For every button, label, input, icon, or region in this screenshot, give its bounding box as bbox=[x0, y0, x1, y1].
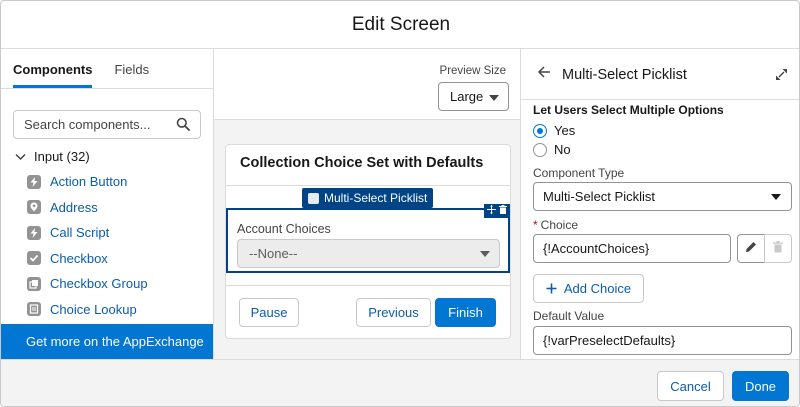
field-label: Account Choices bbox=[237, 222, 331, 236]
divider bbox=[226, 285, 510, 286]
required-marker: * bbox=[533, 218, 538, 232]
component-tools bbox=[484, 204, 510, 218]
component-list: Action Button Address Call Script Checkb… bbox=[27, 169, 148, 322]
choice-label-text: Choice bbox=[540, 218, 579, 232]
done-button[interactable]: Done bbox=[732, 371, 789, 401]
preview-size-select[interactable]: Large bbox=[438, 82, 509, 111]
screen-title: Collection Choice Set with Defaults bbox=[240, 155, 484, 171]
radio-yes[interactable]: Yes bbox=[533, 123, 575, 138]
canvas-toolbar: Preview Size Large bbox=[214, 49, 520, 120]
component-label: Action Button bbox=[50, 174, 128, 190]
search-icon[interactable] bbox=[176, 117, 190, 134]
add-choice-label: Add Choice bbox=[563, 281, 632, 296]
move-icon[interactable] bbox=[487, 205, 496, 217]
input-group-header[interactable]: Input (32) bbox=[15, 149, 90, 164]
checkbox-group-icon bbox=[27, 276, 41, 291]
component-label: Choice Lookup bbox=[50, 301, 137, 317]
properties-panel: Multi-Select Picklist Let Users Select M… bbox=[520, 49, 799, 359]
list-item[interactable]: Call Script bbox=[27, 220, 148, 246]
appexchange-link[interactable]: Get more on the AppExchange bbox=[1, 324, 213, 359]
tab-fields[interactable]: Fields bbox=[114, 48, 149, 88]
finish-button[interactable]: Finish bbox=[435, 298, 496, 327]
back-arrow-icon[interactable] bbox=[537, 65, 551, 82]
selected-component[interactable]: Account Choices --None-- bbox=[226, 204, 510, 273]
default-value: {!varPreselectDefaults} bbox=[543, 333, 676, 348]
caret-down-icon bbox=[480, 251, 490, 257]
bolt-icon bbox=[27, 225, 41, 240]
select-value: Multi-Select Picklist bbox=[543, 189, 655, 204]
list-item[interactable]: Checkbox bbox=[27, 246, 148, 272]
radio-label: No bbox=[554, 142, 571, 157]
select-value: --None-- bbox=[249, 246, 298, 261]
component-type-label: Component Type bbox=[533, 166, 625, 180]
component-label: Call Script bbox=[50, 225, 110, 241]
divider bbox=[226, 185, 510, 186]
group-label: Input (32) bbox=[34, 149, 90, 164]
chevron-down-icon bbox=[15, 149, 26, 164]
component-label: Address bbox=[50, 199, 98, 215]
list-item[interactable]: Choice Lookup bbox=[27, 297, 148, 323]
multiple-options-label: Let Users Select Multiple Options bbox=[533, 103, 724, 117]
default-value-label: Default Value bbox=[533, 309, 605, 323]
radio-label: Yes bbox=[554, 123, 576, 138]
lookup-icon bbox=[27, 302, 41, 317]
component-badge: Multi-Select Picklist bbox=[302, 188, 434, 208]
caret-down-icon bbox=[771, 194, 781, 200]
choice-input[interactable]: {!AccountChoices} bbox=[533, 234, 731, 263]
plus-icon bbox=[546, 283, 557, 294]
radio-unselected-icon bbox=[533, 142, 547, 157]
choice-label: * Choice bbox=[533, 218, 578, 232]
edit-screen-modal: Edit Screen Components Fields Input (32) bbox=[0, 0, 800, 407]
search-box bbox=[13, 110, 201, 139]
search-input[interactable] bbox=[24, 117, 174, 132]
list-item[interactable]: Action Button bbox=[27, 169, 148, 195]
list-item[interactable]: Address bbox=[27, 195, 148, 221]
delete-icon[interactable] bbox=[499, 205, 507, 217]
pencil-icon bbox=[745, 241, 757, 256]
badge-label: Multi-Select Picklist bbox=[324, 191, 428, 205]
trash-icon bbox=[773, 241, 783, 256]
choice-value: {!AccountChoices} bbox=[543, 241, 650, 256]
components-panel: Components Fields Input (32) Action Butt… bbox=[1, 49, 214, 359]
tab-components[interactable]: Components bbox=[13, 48, 93, 88]
expand-icon[interactable] bbox=[776, 68, 787, 83]
picklist-icon bbox=[308, 192, 319, 204]
properties-title: Multi-Select Picklist bbox=[562, 67, 687, 83]
list-item[interactable]: Checkbox Group bbox=[27, 271, 148, 297]
account-choices-select[interactable]: --None-- bbox=[237, 239, 500, 268]
modal-footer: Cancel Done bbox=[1, 359, 799, 406]
panel-tabs: Components Fields bbox=[1, 49, 213, 89]
modal-title: Edit Screen bbox=[351, 13, 451, 35]
preview-size-value: Large bbox=[450, 89, 484, 104]
caret-down-icon bbox=[489, 95, 499, 101]
radio-selected-icon bbox=[533, 123, 547, 138]
component-type-select[interactable]: Multi-Select Picklist bbox=[533, 182, 792, 211]
default-value-input[interactable]: {!varPreselectDefaults} bbox=[533, 326, 792, 355]
properties-header: Multi-Select Picklist bbox=[521, 49, 799, 100]
add-choice-button[interactable]: Add Choice bbox=[533, 274, 644, 303]
screen-canvas: Preview Size Large Collection Choice Set… bbox=[214, 49, 520, 359]
edit-choice-button[interactable] bbox=[737, 234, 765, 263]
preview-size-label: Preview Size bbox=[439, 65, 506, 77]
component-label: Checkbox Group bbox=[50, 276, 148, 292]
component-label: Checkbox bbox=[50, 250, 108, 266]
delete-choice-button[interactable] bbox=[764, 234, 792, 263]
bolt-icon bbox=[27, 174, 41, 189]
modal-header: Edit Screen bbox=[1, 1, 799, 49]
previous-button[interactable]: Previous bbox=[356, 298, 431, 327]
pause-button[interactable]: Pause bbox=[239, 298, 299, 327]
cancel-button[interactable]: Cancel bbox=[657, 371, 724, 401]
screen-preview-card: Collection Choice Set with Defaults Mult… bbox=[225, 144, 511, 339]
location-pin-icon bbox=[27, 200, 41, 215]
radio-no[interactable]: No bbox=[533, 142, 571, 157]
checkbox-icon bbox=[27, 251, 41, 266]
